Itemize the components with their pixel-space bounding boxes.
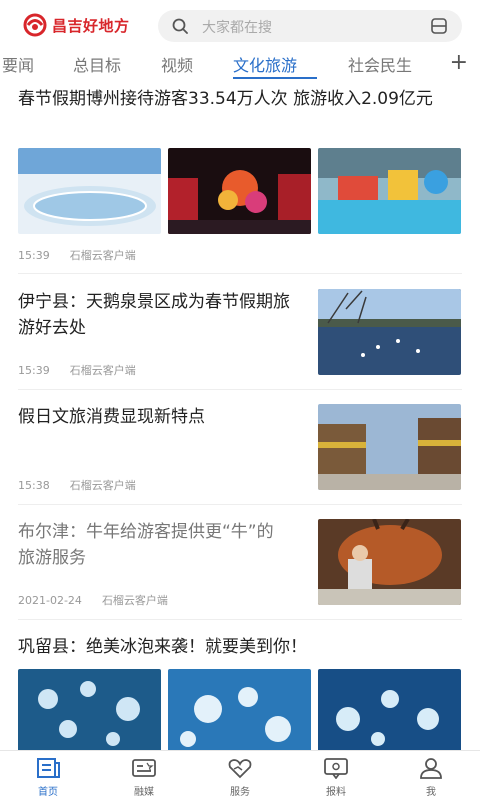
nav-label: 融媒: [134, 787, 154, 798]
add-channel-icon[interactable]: +: [450, 50, 468, 75]
news-item[interactable]: 巩留县：绝美冰泡来袭！就要美到你！: [18, 634, 462, 660]
news-time: 15:39: [18, 364, 50, 377]
tab-zongmubiao[interactable]: 总目标: [73, 52, 121, 76]
news-image-snow[interactable]: [18, 148, 161, 234]
divider: [18, 389, 462, 390]
heart-service-icon: [228, 759, 252, 779]
divider: [18, 504, 462, 505]
tab-video[interactable]: 视频: [161, 52, 193, 76]
news-image-ice-bubbles[interactable]: [168, 669, 311, 755]
logo-mark-icon: [22, 12, 48, 38]
news-image-ice-bubbles[interactable]: [318, 669, 461, 755]
channel-tabs: 要闻 总目标 视频 文化旅游 社会民生 +: [0, 50, 480, 80]
scan-icon[interactable]: [430, 17, 448, 35]
news-image-lanterns[interactable]: [168, 148, 311, 234]
news-title[interactable]: 巩留县：绝美冰泡来袭！就要美到你！: [18, 634, 462, 660]
news-item[interactable]: 春节假期博州接待游客33.54万人次 旅游收入2.09亿元: [18, 86, 462, 112]
nav-label: 首页: [38, 787, 58, 798]
news-image-swan-lake[interactable]: [318, 289, 461, 375]
news-meta: 2021-02-24 石榴云客户端: [18, 592, 168, 608]
nav-service[interactable]: 服务: [210, 757, 270, 798]
nav-label: 服务: [230, 787, 250, 798]
report-icon: [324, 758, 348, 779]
news-source: 石榴云客户端: [69, 249, 136, 262]
news-image-ice-bubbles[interactable]: [18, 669, 161, 755]
news-time: 15:38: [18, 479, 50, 492]
news-meta: 15:38 石榴云客户端: [18, 477, 136, 493]
news-title[interactable]: 布尔津：牛年给游客提供更“牛”的旅游服务: [18, 519, 278, 571]
tab-culture-tourism[interactable]: 文化旅游: [233, 52, 297, 76]
news-item[interactable]: 假日文旅消费显现新特点: [18, 404, 298, 430]
news-home-icon: [37, 758, 60, 778]
top-bar: 昌吉好地方 大家都在搜: [0, 0, 480, 50]
news-title[interactable]: 假日文旅消费显现新特点: [18, 404, 298, 430]
news-source: 石榴云客户端: [69, 364, 136, 377]
tab-yaowen[interactable]: 要闻: [2, 52, 34, 76]
nav-me[interactable]: 我: [401, 757, 461, 798]
news-image-waterpark[interactable]: [318, 148, 461, 234]
news-time: 2021-02-24: [18, 594, 82, 607]
news-source: 石榴云客户端: [101, 594, 168, 607]
nav-home[interactable]: 首页: [18, 757, 78, 798]
divider: [18, 273, 462, 274]
news-image-craft[interactable]: [318, 519, 461, 605]
divider: [18, 619, 462, 620]
news-title[interactable]: 伊宁县：天鹅泉景区成为春节假期旅游好去处: [18, 289, 298, 341]
nav-label: 我: [426, 787, 436, 798]
media-icon: [132, 759, 156, 777]
news-source: 石榴云客户端: [69, 479, 136, 492]
logo-text: 昌吉好地方: [52, 16, 130, 35]
nav-label: 报料: [326, 787, 346, 798]
active-tab-indicator: [233, 77, 317, 79]
news-time: 15:39: [18, 249, 50, 262]
search-placeholder: 大家都在搜: [202, 20, 272, 36]
news-title[interactable]: 春节假期博州接待游客33.54万人次 旅游收入2.09亿元: [18, 86, 462, 112]
search-icon: [172, 18, 188, 34]
nav-report[interactable]: 报料: [306, 757, 366, 798]
news-item[interactable]: 布尔津：牛年给游客提供更“牛”的旅游服务: [18, 519, 278, 571]
app-logo[interactable]: 昌吉好地方: [22, 12, 130, 38]
news-meta: 15:39 石榴云客户端: [18, 362, 136, 378]
tab-society[interactable]: 社会民生: [348, 52, 412, 76]
search-bar[interactable]: 大家都在搜: [158, 10, 462, 42]
user-icon: [420, 758, 442, 779]
news-image-street[interactable]: [318, 404, 461, 490]
bottom-nav: 首页 融媒 服务 报料 我: [0, 750, 480, 800]
news-meta: 15:39 石榴云客户端: [18, 247, 136, 263]
nav-media[interactable]: 融媒: [114, 757, 174, 798]
news-item[interactable]: 伊宁县：天鹅泉景区成为春节假期旅游好去处: [18, 289, 298, 341]
